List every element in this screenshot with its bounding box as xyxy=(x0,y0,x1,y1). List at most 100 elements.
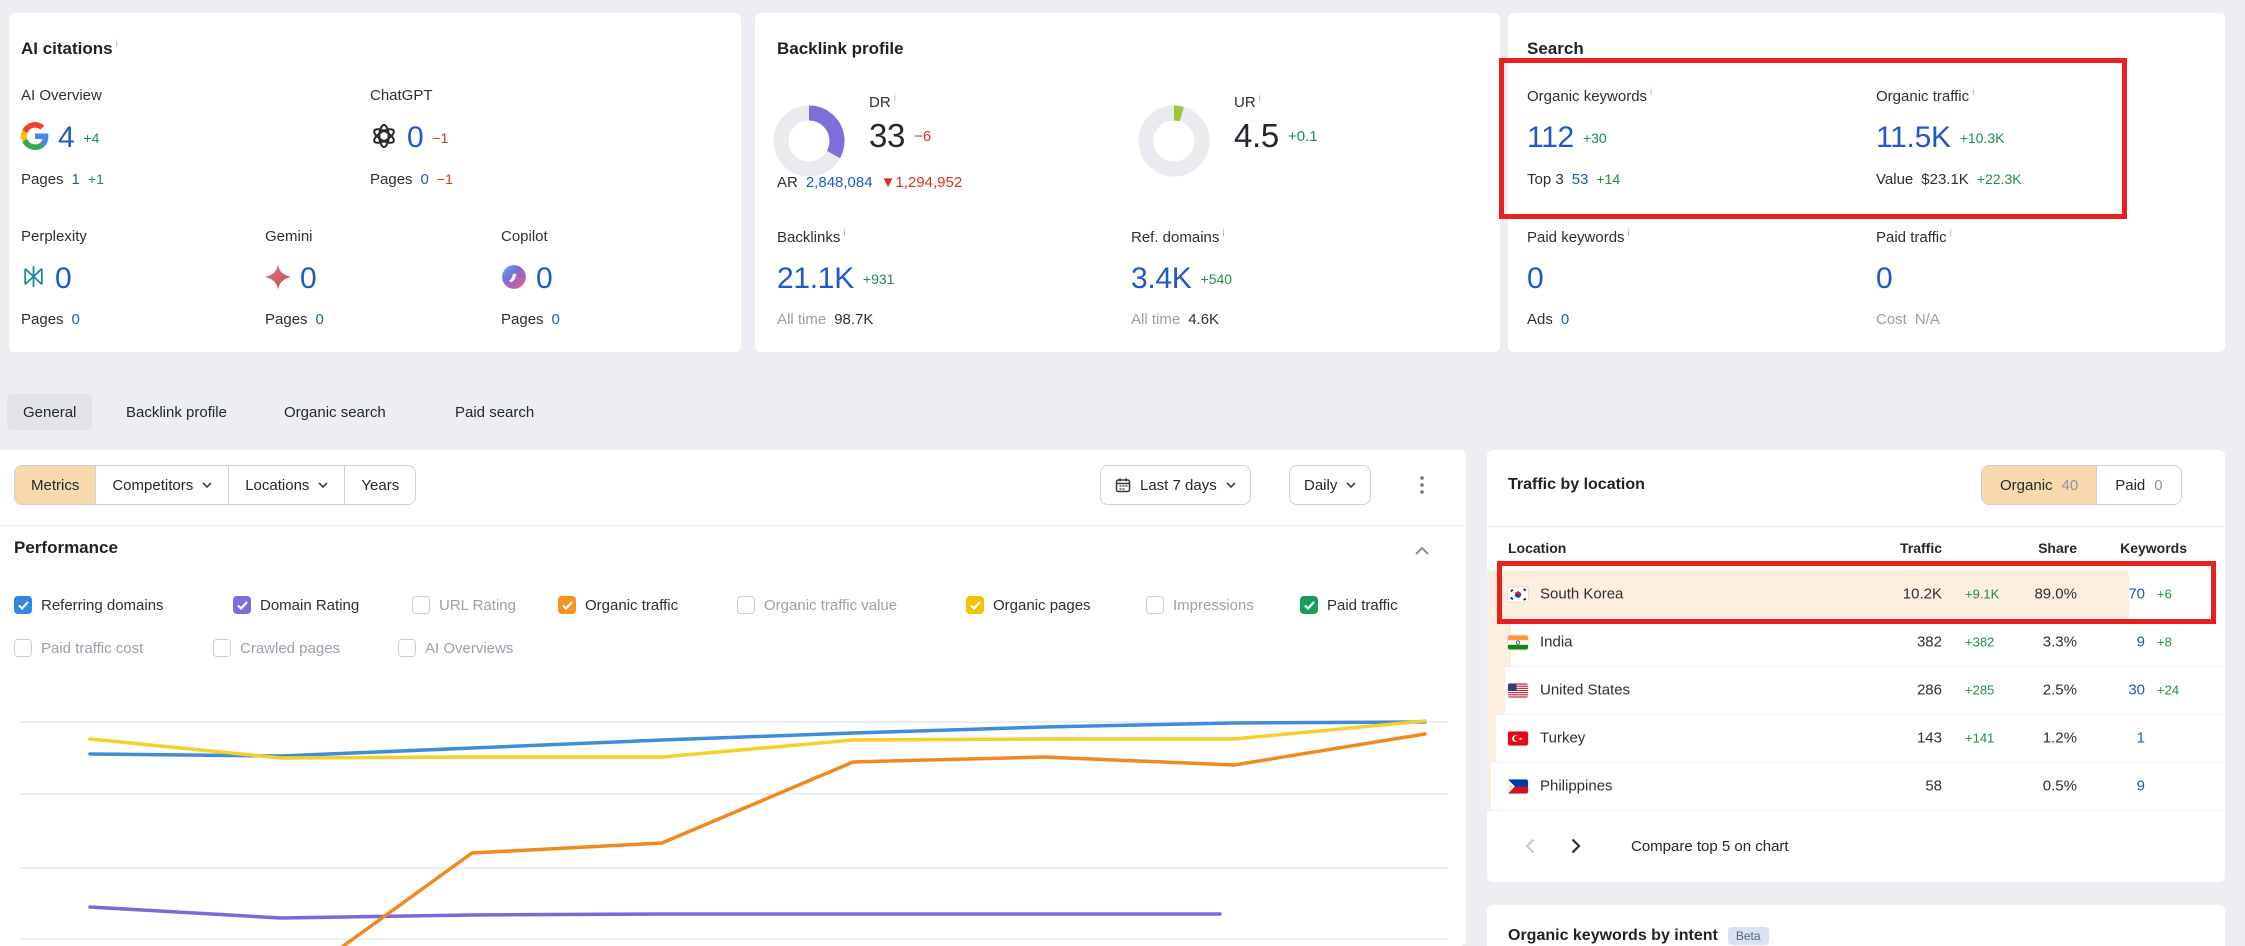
checkbox-crawled-pages[interactable]: Crawled pages xyxy=(213,637,340,659)
chevron-left-icon xyxy=(1525,838,1535,854)
backlinks-change: +931 xyxy=(863,271,895,287)
copilot-value: 0 xyxy=(536,262,552,296)
checkbox-referring-domains[interactable]: Referring domains xyxy=(14,594,164,616)
traffic-value: 143 xyxy=(1917,730,1942,747)
backlinks-alltime: All time98.7K xyxy=(777,311,873,328)
compare-top5-button[interactable]: Compare top 5 on chart xyxy=(1631,838,1789,855)
keywords-value[interactable]: 30 xyxy=(2128,682,2145,699)
checkbox-box xyxy=(737,596,755,614)
prev-page-button[interactable] xyxy=(1525,838,1535,854)
column-header-share: Share xyxy=(2038,540,2077,556)
location-name: United States xyxy=(1540,682,1630,699)
checkbox-paid-traffic[interactable]: Paid traffic xyxy=(1300,594,1398,616)
paid-keywords-value[interactable]: 0 xyxy=(1527,262,1543,296)
table-pager: Compare top 5 on chart xyxy=(1525,828,1789,864)
tab-general[interactable]: General xyxy=(7,394,92,430)
gemini-pages: Pages0 xyxy=(265,311,324,328)
copilot-pages: Pages0 xyxy=(501,311,560,328)
ref-domains-label: Ref. domainsi xyxy=(1131,228,1225,246)
share-bar xyxy=(1487,666,1505,714)
locations-dropdown[interactable]: Locations xyxy=(229,466,345,504)
checkbox-ai-overviews[interactable]: AI Overviews xyxy=(398,637,513,659)
chevron-down-icon xyxy=(202,482,212,488)
info-icon[interactable]: i xyxy=(894,93,896,104)
ref-domains-value[interactable]: 3.4K xyxy=(1131,262,1192,296)
info-icon[interactable]: i xyxy=(116,39,118,50)
report-controls: Metrics Competitors Locations Years xyxy=(14,465,416,505)
ar-change: ▼1,294,952 xyxy=(881,174,963,191)
competitors-dropdown[interactable]: Competitors xyxy=(96,466,229,504)
chatgpt-value: 0 xyxy=(407,121,423,155)
checkbox-box xyxy=(412,596,430,614)
info-icon[interactable]: i xyxy=(1259,93,1261,104)
traffic-change: +285 xyxy=(1965,683,1994,698)
traffic-by-location-title: Traffic by location xyxy=(1508,476,1645,494)
table-row-united-states[interactable]: United States 286 +285 2.5% 30 +24 xyxy=(1487,666,2225,715)
share-value: 1.2% xyxy=(2043,730,2077,747)
keywords-change: +24 xyxy=(2157,683,2179,698)
info-icon[interactable]: i xyxy=(1628,228,1630,239)
years-button[interactable]: Years xyxy=(345,466,415,504)
backlinks-value[interactable]: 21.1K xyxy=(777,262,854,296)
intent-card-title: Organic keywords by intent xyxy=(1508,927,1718,945)
next-page-button[interactable] xyxy=(1571,838,1581,854)
checkbox-organic-pages[interactable]: Organic pages xyxy=(966,594,1091,616)
google-icon xyxy=(21,122,49,155)
tab-organic-search[interactable]: Organic search xyxy=(284,394,386,430)
location-name: Philippines xyxy=(1540,778,1613,795)
ar-row: AR 2,848,084 ▼1,294,952 xyxy=(777,174,962,191)
checkbox-paid-traffic-cost[interactable]: Paid traffic cost xyxy=(14,637,143,659)
table-row-philippines[interactable]: Philippines 58 0.5% 9 xyxy=(1487,762,2225,811)
tab-paid-search[interactable]: Paid search xyxy=(455,394,534,430)
dr-value: 33 xyxy=(869,117,905,155)
chevron-down-icon xyxy=(1346,482,1356,488)
traffic-change: +382 xyxy=(1965,635,1994,650)
checkbox-organic-traffic[interactable]: Organic traffic xyxy=(558,594,678,616)
chevron-down-icon xyxy=(318,482,328,488)
keywords-value[interactable]: 9 xyxy=(2137,778,2145,795)
checkbox-box xyxy=(966,596,984,614)
ur-label: URi xyxy=(1234,93,1261,111)
perplexity-pages: Pages0 xyxy=(21,311,80,328)
chevron-right-icon xyxy=(1571,838,1581,854)
paid-keywords-ads: Ads0 xyxy=(1527,311,1569,328)
metrics-button[interactable]: Metrics xyxy=(15,466,96,504)
keywords-value[interactable]: 9 xyxy=(2137,634,2145,651)
perplexity-value: 0 xyxy=(55,262,71,296)
ar-value: 2,848,084 xyxy=(806,174,873,191)
chatgpt-label: ChatGPT xyxy=(370,87,433,104)
share-value: 0.5% xyxy=(2043,778,2077,795)
tab-backlink-profile[interactable]: Backlink profile xyxy=(126,394,227,430)
checkbox-box xyxy=(213,639,231,657)
toggle-organic[interactable]: Organic40 xyxy=(1982,466,2096,504)
copilot-icon xyxy=(501,264,527,295)
keywords-value[interactable]: 1 xyxy=(2137,730,2145,747)
date-range-dropdown[interactable]: Last 7 days xyxy=(1100,465,1251,505)
calendar-icon xyxy=(1115,477,1131,493)
info-icon[interactable]: i xyxy=(1950,228,1952,239)
collapse-section-button[interactable] xyxy=(1415,542,1429,560)
info-icon[interactable]: i xyxy=(843,228,845,239)
more-options-button[interactable] xyxy=(1402,465,1442,505)
paid-traffic-value[interactable]: 0 xyxy=(1876,262,1892,296)
table-row-turkey[interactable]: Turkey 143 +141 1.2% 1 xyxy=(1487,714,2225,763)
share-value: 3.3% xyxy=(2043,634,2077,651)
flag-india-icon xyxy=(1508,635,1528,649)
checkbox-domain-rating[interactable]: Domain Rating xyxy=(233,594,359,616)
ai-overview-pages: Pages1+1 xyxy=(21,171,104,188)
traffic-by-location-card: Traffic by location Organic40 Paid0 Loca… xyxy=(1487,450,2225,882)
checkbox-organic-traffic-value[interactable]: Organic traffic value xyxy=(737,594,897,616)
location-name: Turkey xyxy=(1540,730,1585,747)
checkbox-impressions[interactable]: Impressions xyxy=(1146,594,1254,616)
checkbox-box xyxy=(233,596,251,614)
search-title: Search xyxy=(1527,39,1584,59)
toggle-paid[interactable]: Paid0 xyxy=(2096,466,2180,504)
performance-chart xyxy=(0,680,1466,946)
ai-citations-card: AI citationsi AI Overview 4 +4 Pages1+1 … xyxy=(9,13,741,352)
divider xyxy=(0,525,1466,526)
checkbox-url-rating[interactable]: URL Rating xyxy=(412,594,516,616)
granularity-dropdown[interactable]: Daily xyxy=(1289,465,1371,505)
info-icon[interactable]: i xyxy=(1222,228,1224,239)
annotation-box-south-korea-row xyxy=(1497,561,2216,624)
table-row-india[interactable]: India 382 +382 3.3% 9 +8 xyxy=(1487,618,2225,667)
